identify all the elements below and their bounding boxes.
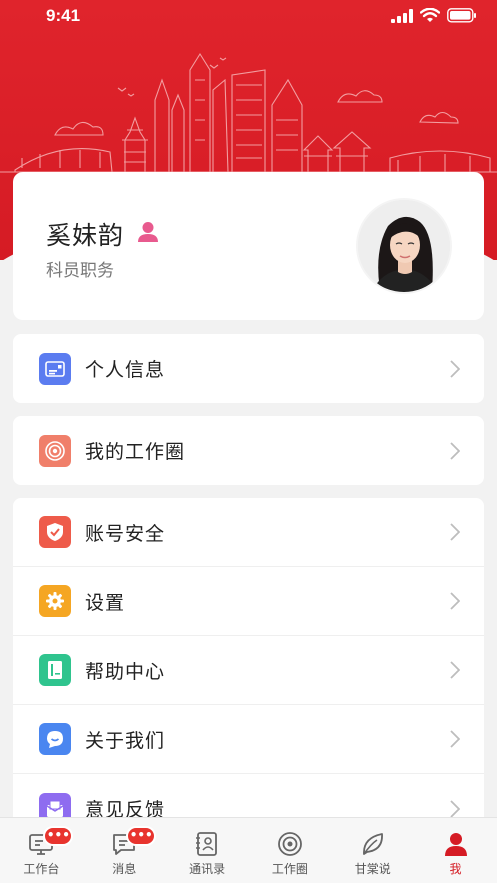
wifi-icon xyxy=(420,8,440,22)
menu-label-about-us: 关于我们 xyxy=(85,729,166,752)
battery-icon xyxy=(447,8,476,23)
tab-me[interactable]: 我 xyxy=(414,818,497,883)
status-time: 9:41 xyxy=(46,6,81,25)
person-icon xyxy=(138,222,158,242)
profile-card[interactable]: 奚妹韵 科员职务 xyxy=(13,172,484,320)
tab-contacts[interactable]: 通讯录 xyxy=(166,818,249,883)
menu-label-help-center: 帮助中心 xyxy=(85,660,166,683)
chat-bubble-icon xyxy=(39,723,71,755)
chevron-right-icon xyxy=(450,730,460,748)
work-circle-card: 我的工作圈 xyxy=(13,416,484,485)
menu-label-account-security: 账号安全 xyxy=(85,522,166,545)
tab-label-work-circle: 工作圈 xyxy=(271,862,308,876)
contacts-book-icon xyxy=(196,832,217,856)
chevron-right-icon xyxy=(450,799,460,818)
menu-label-settings: 设置 xyxy=(85,591,126,614)
gear-icon xyxy=(39,585,71,617)
status-bar: 9:41 xyxy=(0,0,497,36)
chevron-right-icon xyxy=(450,359,460,378)
book-icon xyxy=(39,654,71,686)
menu-item-personal-info[interactable]: 个人信息 xyxy=(13,334,484,403)
bottom-tab-bar: ••• 工作台 ••• 消息 通讯录 工作圈 甘棠说 我 xyxy=(0,817,497,883)
menu-label-personal-info: 个人信息 xyxy=(85,359,166,381)
avatar[interactable] xyxy=(356,198,452,294)
tab-label-workbench: 工作台 xyxy=(23,862,60,876)
menu-item-account-security[interactable]: 账号安全 xyxy=(13,498,484,567)
work-circle-icon xyxy=(277,832,302,856)
tab-label-contacts: 通讯录 xyxy=(189,862,226,876)
menu-label-work-circle: 我的工作圈 xyxy=(85,441,186,463)
tab-label-me: 我 xyxy=(449,862,462,876)
tab-work-circle[interactable]: 工作圈 xyxy=(248,818,331,883)
personal-info-card: 个人信息 xyxy=(13,334,484,403)
city-skyline-illustration xyxy=(0,52,497,173)
menu-item-about-us[interactable]: 关于我们 xyxy=(13,705,484,774)
settings-group-card: 账号安全 设置 帮助中心 关于我们 意见反馈 xyxy=(13,498,484,828)
menu-item-work-circle[interactable]: 我的工作圈 xyxy=(13,416,484,485)
chevron-right-icon xyxy=(450,592,460,610)
chevron-right-icon xyxy=(450,523,460,541)
chevron-right-icon xyxy=(450,661,460,679)
id-card-icon xyxy=(39,352,71,385)
shield-icon xyxy=(39,516,71,548)
profile-title: 科员职务 xyxy=(46,261,114,281)
menu-item-settings[interactable]: 设置 xyxy=(13,567,484,636)
target-circle-icon xyxy=(39,434,71,467)
profile-name: 奚妹韵 xyxy=(46,221,125,250)
tab-messages[interactable]: ••• 消息 xyxy=(83,818,166,883)
person-icon xyxy=(444,833,467,856)
menu-item-help-center[interactable]: 帮助中心 xyxy=(13,636,484,705)
tab-label-gantang-talk: 甘棠说 xyxy=(354,862,391,876)
leaf-icon xyxy=(362,833,383,855)
tab-gantang-talk[interactable]: 甘棠说 xyxy=(331,818,414,883)
notification-badge: ••• xyxy=(43,826,74,846)
notification-badge: ••• xyxy=(126,826,157,846)
signal-icon xyxy=(391,8,413,23)
chevron-right-icon xyxy=(450,441,460,460)
tab-label-messages: 消息 xyxy=(112,862,137,876)
tab-workbench[interactable]: ••• 工作台 xyxy=(0,818,83,883)
